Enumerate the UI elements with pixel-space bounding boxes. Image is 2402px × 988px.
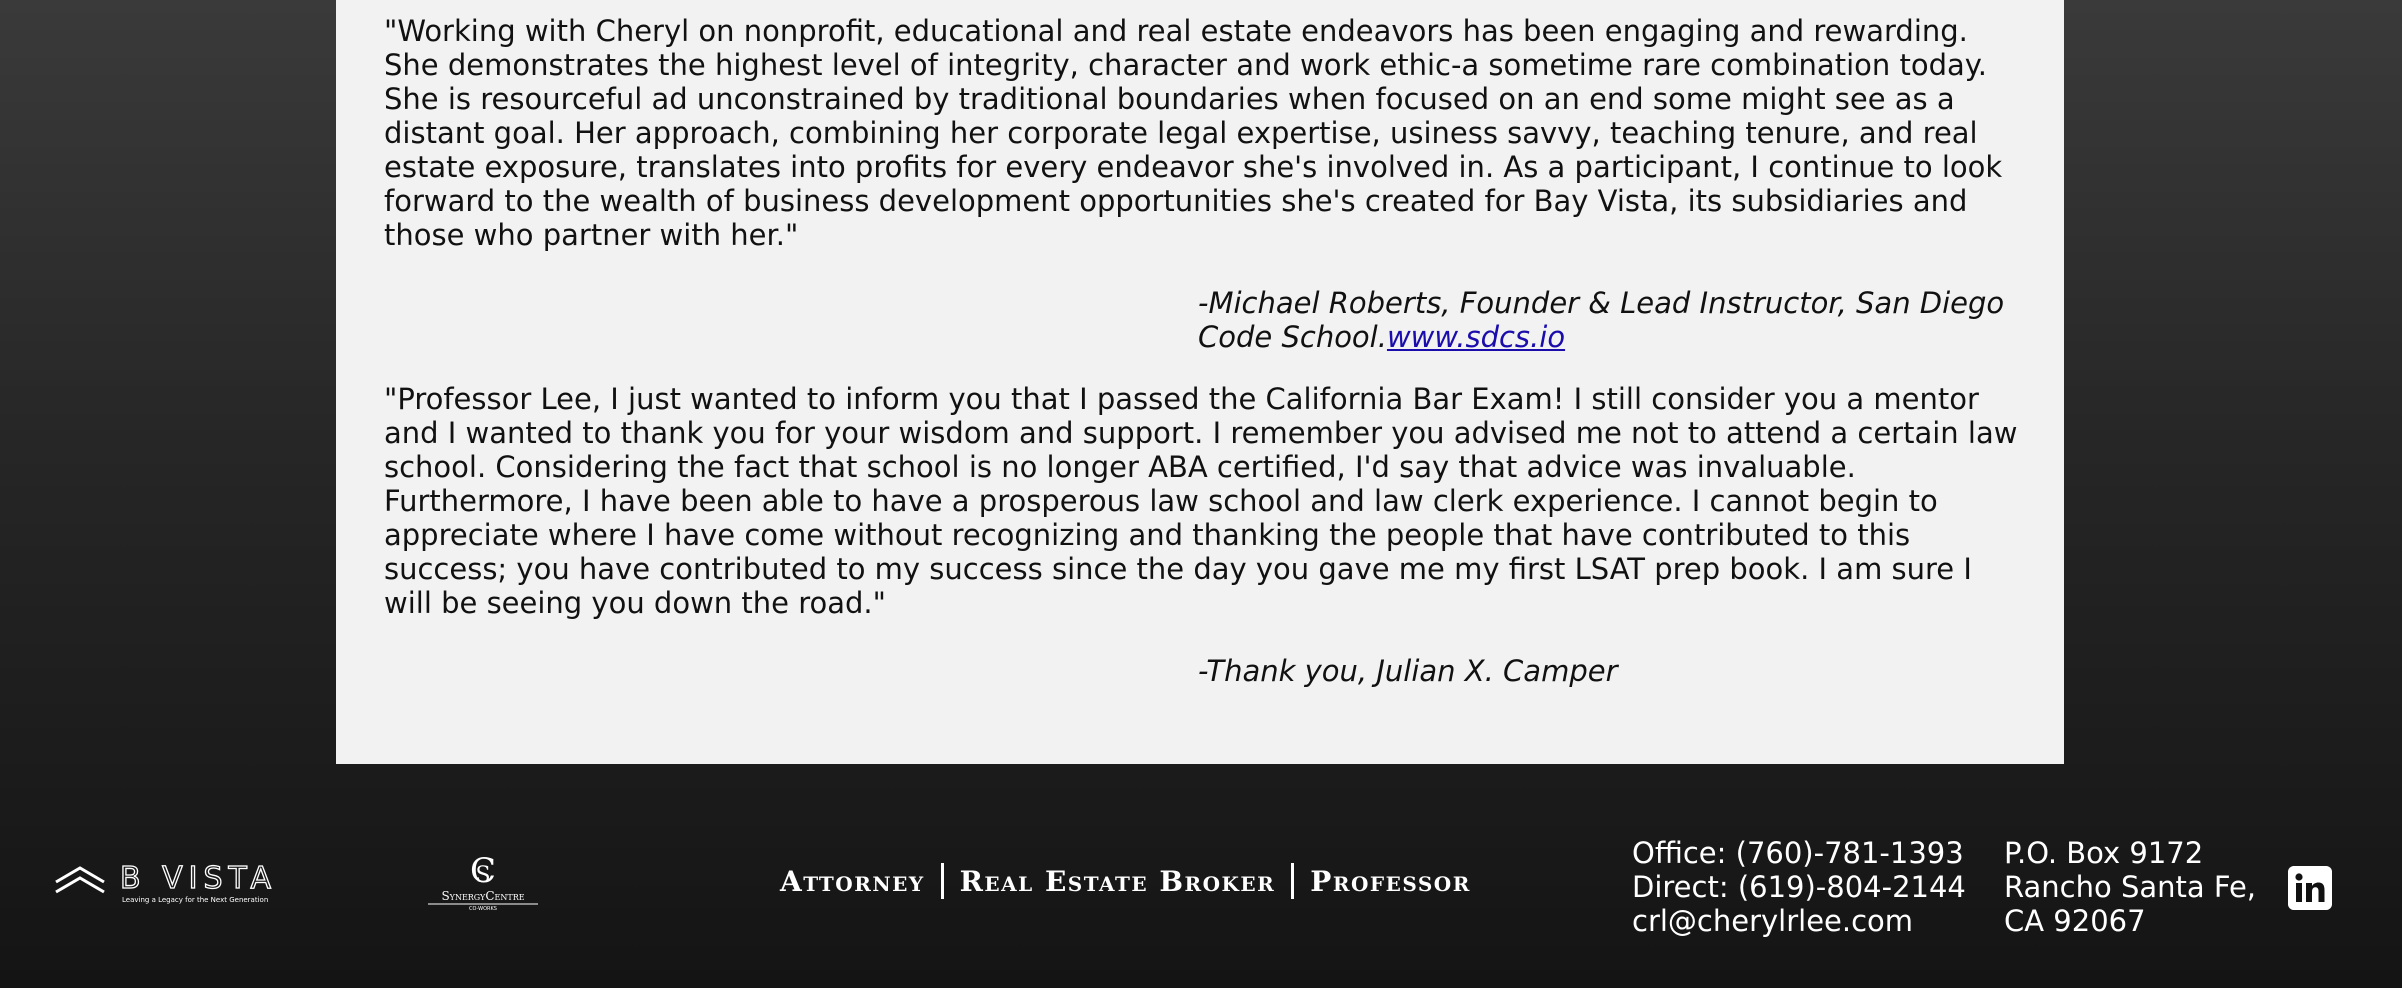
testimonial-attribution: -Michael Roberts, Founder & Lead Instruc… [1198,286,2018,354]
sdcs-link[interactable]: www.sdcs.io [1387,320,1565,354]
bay-vista-logo-text: B VISTA [120,864,277,896]
attribution-text: -Michael Roberts, Founder & Lead Instruc… [1198,286,2005,354]
address-line-3: CA 92067 [2004,904,2146,938]
office-phone[interactable]: Office: (760)-781-1393 [1632,836,1966,870]
professional-tagline: Attorney Real Estate Broker Professor [780,860,1471,902]
direct-phone[interactable]: Direct: (619)-804-2144 [1632,870,1966,904]
bay-vista-logo[interactable]: B VISTA Leaving a Legacy for the Next Ge… [54,864,306,908]
tagline-real-estate-broker: Real Estate Broker [959,864,1276,898]
email-address[interactable]: crl@cherylrlee.com [1632,904,1966,938]
svg-text:S: S [475,863,490,888]
address-line-1: P.O. Box 9172 [2004,836,2204,870]
address-line-2: Rancho Santa Fe, [2004,870,2257,904]
synergy-centre-logo-text: SynergyCentre [441,889,524,903]
linkedin-icon[interactable] [2288,866,2332,910]
tagline-divider [1291,863,1295,899]
testimonial-quote: "Working with Cheryl on nonprofit, educa… [384,14,2003,252]
mailing-address: P.O. Box 9172 Rancho Santa Fe, CA 92067 [2004,836,2256,938]
tagline-attorney: Attorney [780,864,925,898]
contact-info: Office: (760)-781-1393 Direct: (619)-804… [1632,836,1966,938]
testimonials-panel: "Working with Cheryl on nonprofit, educa… [336,0,2064,764]
synergy-centre-logo[interactable]: C S SynergyCentre CO-WORKS [420,852,546,912]
bay-vista-logo-subtitle: Leaving a Legacy for the Next Generation [122,896,268,904]
tagline-professor: Professor [1310,864,1471,898]
testimonial-quote: "Professor Lee, I just wanted to inform … [384,382,2018,620]
synergy-centre-logo-subtitle: CO-WORKS [469,906,497,912]
tagline-divider [940,863,944,899]
testimonial-attribution: -Thank you, Julian X. Camper [1198,654,1618,688]
